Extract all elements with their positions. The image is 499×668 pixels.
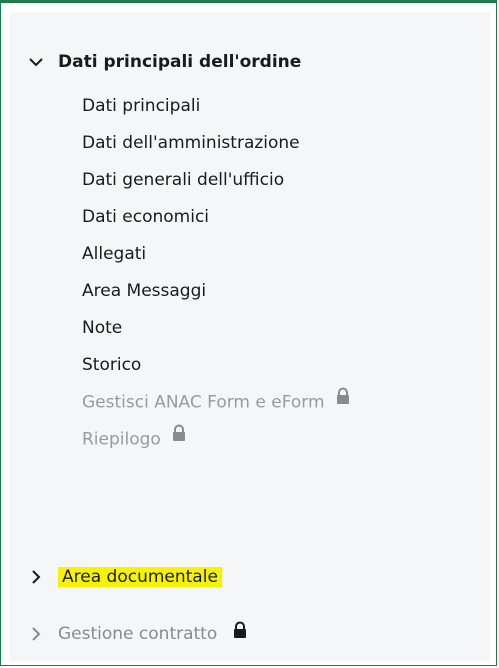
menu-item-note[interactable]: Note <box>82 310 352 347</box>
section-gestione-contratto: Gestione contratto <box>24 621 249 646</box>
chevron-right-icon <box>24 565 48 589</box>
lock-icon <box>334 382 352 419</box>
section-label: Dati principali dell'ordine <box>58 52 302 72</box>
menu-item-gestisci-anac: Gestisci ANAC Form e eForm <box>82 384 352 421</box>
menu-item-allegati[interactable]: Allegati <box>82 236 352 273</box>
menu-item-dati-generali-ufficio[interactable]: Dati generali dell'ufficio <box>82 162 352 199</box>
menu-item-dati-amministrazione[interactable]: Dati dell'amministrazione <box>82 125 352 162</box>
menu-item-dati-principali[interactable]: Dati principali <box>82 88 352 125</box>
menu-item-label: Riepilogo <box>82 429 161 450</box>
section-label: Gestione contratto <box>58 624 218 644</box>
lock-icon <box>170 419 188 456</box>
menu-item-dati-economici[interactable]: Dati economici <box>82 199 352 236</box>
menu-item-area-messaggi[interactable]: Area Messaggi <box>82 273 352 310</box>
submenu-list: Dati principali Dati dell'amministrazion… <box>82 88 352 458</box>
menu-item-storico[interactable]: Storico <box>82 347 352 384</box>
menu-item-label: Gestisci ANAC Form e eForm <box>82 392 325 413</box>
chevron-right-icon <box>24 622 48 646</box>
section-area-documentale[interactable]: Area documentale <box>24 565 222 589</box>
section-dati-principali-ordine[interactable]: Dati principali dell'ordine <box>24 50 301 74</box>
lock-icon <box>231 621 249 644</box>
section-label: Area documentale <box>58 567 222 587</box>
menu-item-riepilogo: Riepilogo <box>82 421 352 458</box>
chevron-down-icon <box>24 50 48 74</box>
